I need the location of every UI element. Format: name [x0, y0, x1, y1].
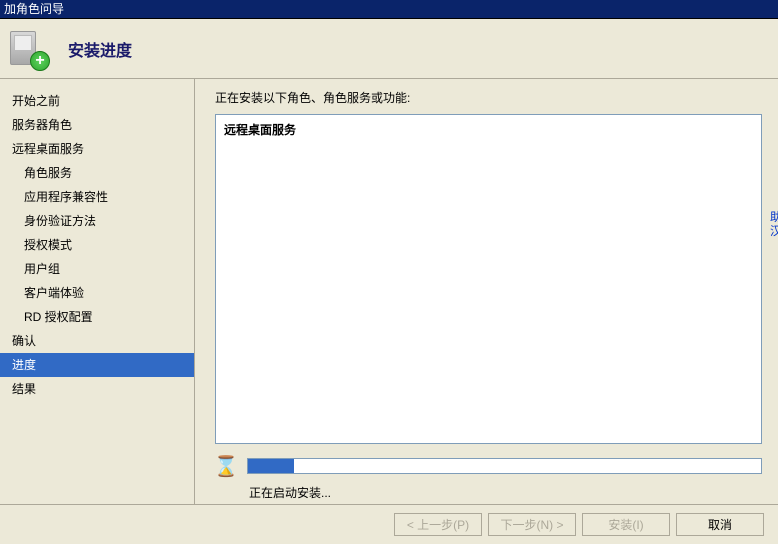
sidebar-item-0[interactable]: 开始之前: [0, 89, 194, 113]
sidebar-item-1[interactable]: 服务器角色: [0, 113, 194, 137]
prev-button[interactable]: < 上一步(P): [394, 513, 482, 536]
page-title: 安装进度: [68, 37, 132, 61]
sidebar-item-7[interactable]: 用户组: [0, 257, 194, 281]
installing-label: 正在安装以下角色、角色服务或功能:: [215, 89, 762, 106]
wizard-content: 正在安装以下角色、角色服务或功能: 远程桌面服务 ⌛ 正在启动安装...: [195, 79, 778, 504]
sidebar-item-4[interactable]: 应用程序兼容性: [0, 185, 194, 209]
wizard-sidebar: 开始之前服务器角色远程桌面服务角色服务应用程序兼容性身份验证方法授权模式用户组客…: [0, 79, 195, 504]
sidebar-item-3[interactable]: 角色服务: [0, 161, 194, 185]
sidebar-item-9[interactable]: RD 授权配置: [0, 305, 194, 329]
sidebar-item-12[interactable]: 结果: [0, 377, 194, 401]
window-titlebar: 加角色问导: [0, 0, 778, 19]
progress-row: ⌛: [215, 454, 762, 478]
sidebar-item-8[interactable]: 客户端体验: [0, 281, 194, 305]
sidebar-item-10[interactable]: 确认: [0, 329, 194, 353]
wizard-header: + 安装进度: [0, 19, 778, 79]
window-title: 加角色问导: [4, 2, 64, 16]
install-list: 远程桌面服务: [215, 114, 762, 444]
install-button[interactable]: 安装(I): [582, 513, 670, 536]
wizard-body: 开始之前服务器角色远程桌面服务角色服务应用程序兼容性身份验证方法授权模式用户组客…: [0, 79, 778, 504]
cancel-button[interactable]: 取消: [676, 513, 764, 536]
progress-bar: [247, 458, 762, 474]
sidebar-item-5[interactable]: 身份验证方法: [0, 209, 194, 233]
hourglass-icon: ⌛: [215, 454, 237, 478]
server-add-icon: +: [8, 29, 48, 69]
edge-fragment: 助 汉: [770, 210, 778, 238]
next-button[interactable]: 下一步(N) >: [488, 513, 576, 536]
sidebar-item-2[interactable]: 远程桌面服务: [0, 137, 194, 161]
status-text: 正在启动安装...: [215, 484, 762, 501]
sidebar-item-6[interactable]: 授权模式: [0, 233, 194, 257]
sidebar-item-11[interactable]: 进度: [0, 353, 194, 377]
wizard-footer: < 上一步(P) 下一步(N) > 安装(I) 取消: [0, 504, 778, 544]
progress-fill: [248, 459, 294, 473]
install-item-0: 远程桌面服务: [224, 121, 753, 138]
